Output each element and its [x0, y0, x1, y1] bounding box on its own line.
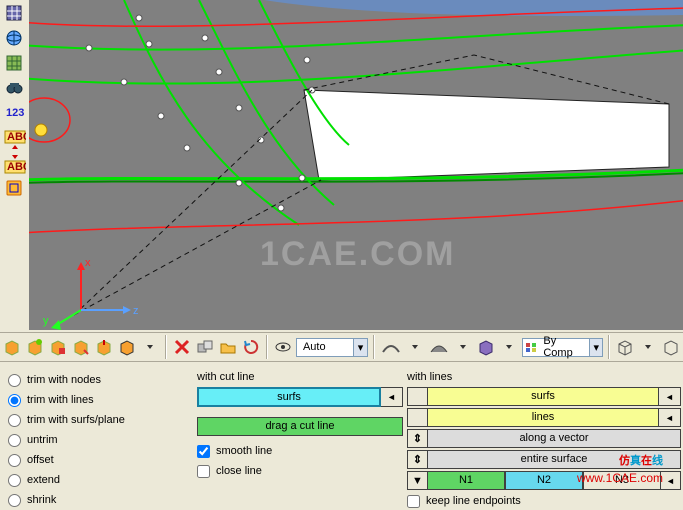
n1-button[interactable]: N1 [427, 471, 505, 490]
with-lines-header: with lines [407, 371, 681, 383]
eye-icon[interactable] [273, 336, 293, 358]
dd4-icon[interactable] [499, 336, 519, 358]
selector-toggle[interactable]: ◄ [659, 408, 681, 427]
abc-down-icon[interactable]: ABC [3, 127, 27, 151]
wire-cube-icon[interactable] [615, 336, 635, 358]
cube-purple-icon[interactable] [476, 336, 496, 358]
folder-icon[interactable] [218, 336, 238, 358]
dd-icon[interactable] [140, 336, 160, 358]
chevron-down-icon[interactable]: ▾ [589, 339, 602, 356]
lines-button[interactable]: lines [427, 408, 659, 427]
svg-text:x: x [85, 257, 91, 269]
binoculars-icon[interactable] [3, 77, 27, 101]
dd5-icon[interactable] [638, 336, 658, 358]
svg-text:123: 123 [6, 107, 24, 119]
abc-up-icon[interactable]: ABC [3, 152, 27, 176]
smooth-line-check[interactable]: smooth line [197, 442, 403, 460]
box6-icon[interactable] [117, 336, 137, 358]
entire-surface-button[interactable]: entire surface [427, 450, 681, 469]
svg-text:z: z [133, 305, 139, 317]
cubes-icon[interactable] [195, 336, 215, 358]
box5-icon[interactable] [94, 336, 114, 358]
box4-icon[interactable] [71, 336, 91, 358]
viewport-3d[interactable]: x y z [29, 0, 683, 330]
with-lines-column: with lines surfs ◄ lines ◄ ⇕ along a vec… [405, 363, 683, 505]
n2-button[interactable]: N2 [505, 471, 583, 490]
radio-shrink[interactable]: shrink [6, 491, 189, 509]
radio-extend[interactable]: extend [6, 471, 189, 489]
numbers-123-icon[interactable]: 123 [3, 102, 27, 126]
keep-endpoints-check[interactable]: keep line endpoints [407, 492, 681, 510]
selector-toggle[interactable]: ◄ [659, 387, 681, 406]
close-line-check[interactable]: close line [197, 462, 403, 480]
dd2-icon[interactable] [405, 336, 425, 358]
svg-text:y: y [43, 315, 49, 327]
arc-icon[interactable] [380, 336, 402, 358]
dropdown-toggle[interactable]: ▼ [407, 471, 427, 490]
surfs-button-2[interactable]: surfs [427, 387, 659, 406]
drag-cut-line-button[interactable]: drag a cut line [197, 417, 403, 436]
svg-text:ABC: ABC [7, 161, 26, 173]
with-cut-line-column: with cut line surfs ◄ drag a cut line sm… [195, 363, 405, 505]
globe-icon[interactable] [3, 27, 27, 51]
mesh-icon[interactable] [3, 52, 27, 76]
select-box-icon[interactable] [3, 177, 27, 201]
arc2-icon[interactable] [428, 336, 450, 358]
auto-combo-label: Auto [297, 340, 332, 354]
bycomp-combo[interactable]: By Comp ▾ [522, 338, 603, 357]
radio-offset[interactable]: offset [6, 451, 189, 469]
dd3-icon[interactable] [453, 336, 473, 358]
radio-trim-surfs[interactable]: trim with surfs/plane [6, 411, 189, 429]
options-panel: trim with nodes trim with lines trim wit… [0, 363, 683, 505]
selector-toggle[interactable]: ◄ [381, 387, 403, 407]
x-red-icon[interactable] [172, 336, 192, 358]
wire2-icon[interactable] [661, 336, 681, 358]
box2-icon[interactable] [25, 336, 45, 358]
updown-toggle[interactable]: ⇕ [407, 429, 427, 448]
along-vector-button[interactable]: along a vector [427, 429, 681, 448]
box-orange-icon[interactable] [2, 336, 22, 358]
horizontal-toolbar: Auto ▾ By Comp ▾ [0, 332, 683, 362]
auto-combo[interactable]: Auto ▾ [296, 338, 368, 357]
radio-trim-lines[interactable]: trim with lines [6, 391, 189, 409]
radio-column: trim with nodes trim with lines trim wit… [0, 363, 195, 505]
surfs-button[interactable]: surfs [197, 387, 381, 407]
radio-trim-nodes[interactable]: trim with nodes [6, 371, 189, 389]
n3-button[interactable]: N3 [583, 471, 661, 490]
with-cut-line-header: with cut line [197, 371, 403, 383]
box3-icon[interactable] [48, 336, 68, 358]
refresh-icon[interactable] [241, 336, 261, 358]
bycomp-combo-label: By Comp [537, 334, 589, 360]
left-toolbar: 123 ABC ABC [0, 0, 29, 330]
updown-toggle[interactable]: ⇕ [407, 450, 427, 469]
grid-icon[interactable] [3, 2, 27, 26]
radio-untrim[interactable]: untrim [6, 431, 189, 449]
chevron-down-icon[interactable]: ▾ [353, 339, 367, 356]
selector-toggle[interactable]: ◄ [661, 471, 681, 490]
svg-text:ABC: ABC [7, 131, 26, 143]
